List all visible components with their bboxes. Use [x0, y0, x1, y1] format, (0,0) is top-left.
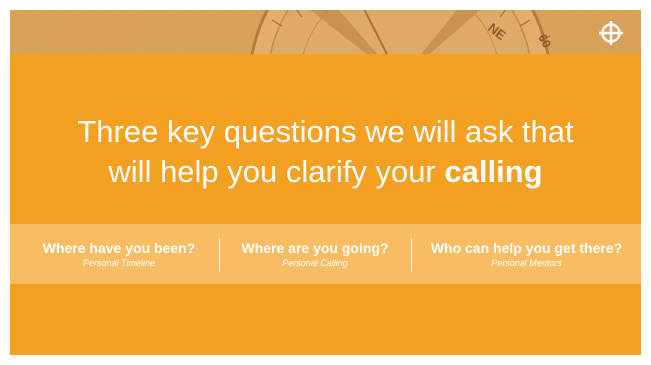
question-subtitle: Personal Timeline — [83, 257, 155, 268]
question-subtitle: Personal Mentors — [491, 257, 562, 268]
question-who-can-help: Who can help you get there? Personal Men… — [412, 224, 641, 284]
question-where-have-you-been: Where have you been? Personal Timeline — [20, 224, 218, 284]
headline-line-1: Three key questions we will ask that — [77, 114, 574, 149]
slide-headline: Three key questions we will ask that wil… — [10, 112, 641, 192]
slide: NE 60 Three key questions we will ask th… — [10, 10, 641, 355]
header-compass-image: NE 60 — [10, 10, 641, 54]
headline-line-2-text: will help you clarify your — [108, 154, 445, 189]
question-title: Where have you been? — [42, 239, 196, 256]
headline-line-2: will help you clarify your calling — [10, 152, 641, 192]
question-subtitle: Personal Calling — [282, 257, 348, 268]
questions-band: Where have you been? Personal Timeline W… — [10, 224, 641, 284]
compass-crosshair-icon — [598, 20, 624, 46]
headline-emphasis: calling — [444, 154, 543, 189]
question-title: Where are you going? — [241, 239, 389, 256]
question-where-are-you-going: Where are you going? Personal Calling — [220, 224, 410, 284]
question-title: Who can help you get there? — [430, 239, 623, 256]
